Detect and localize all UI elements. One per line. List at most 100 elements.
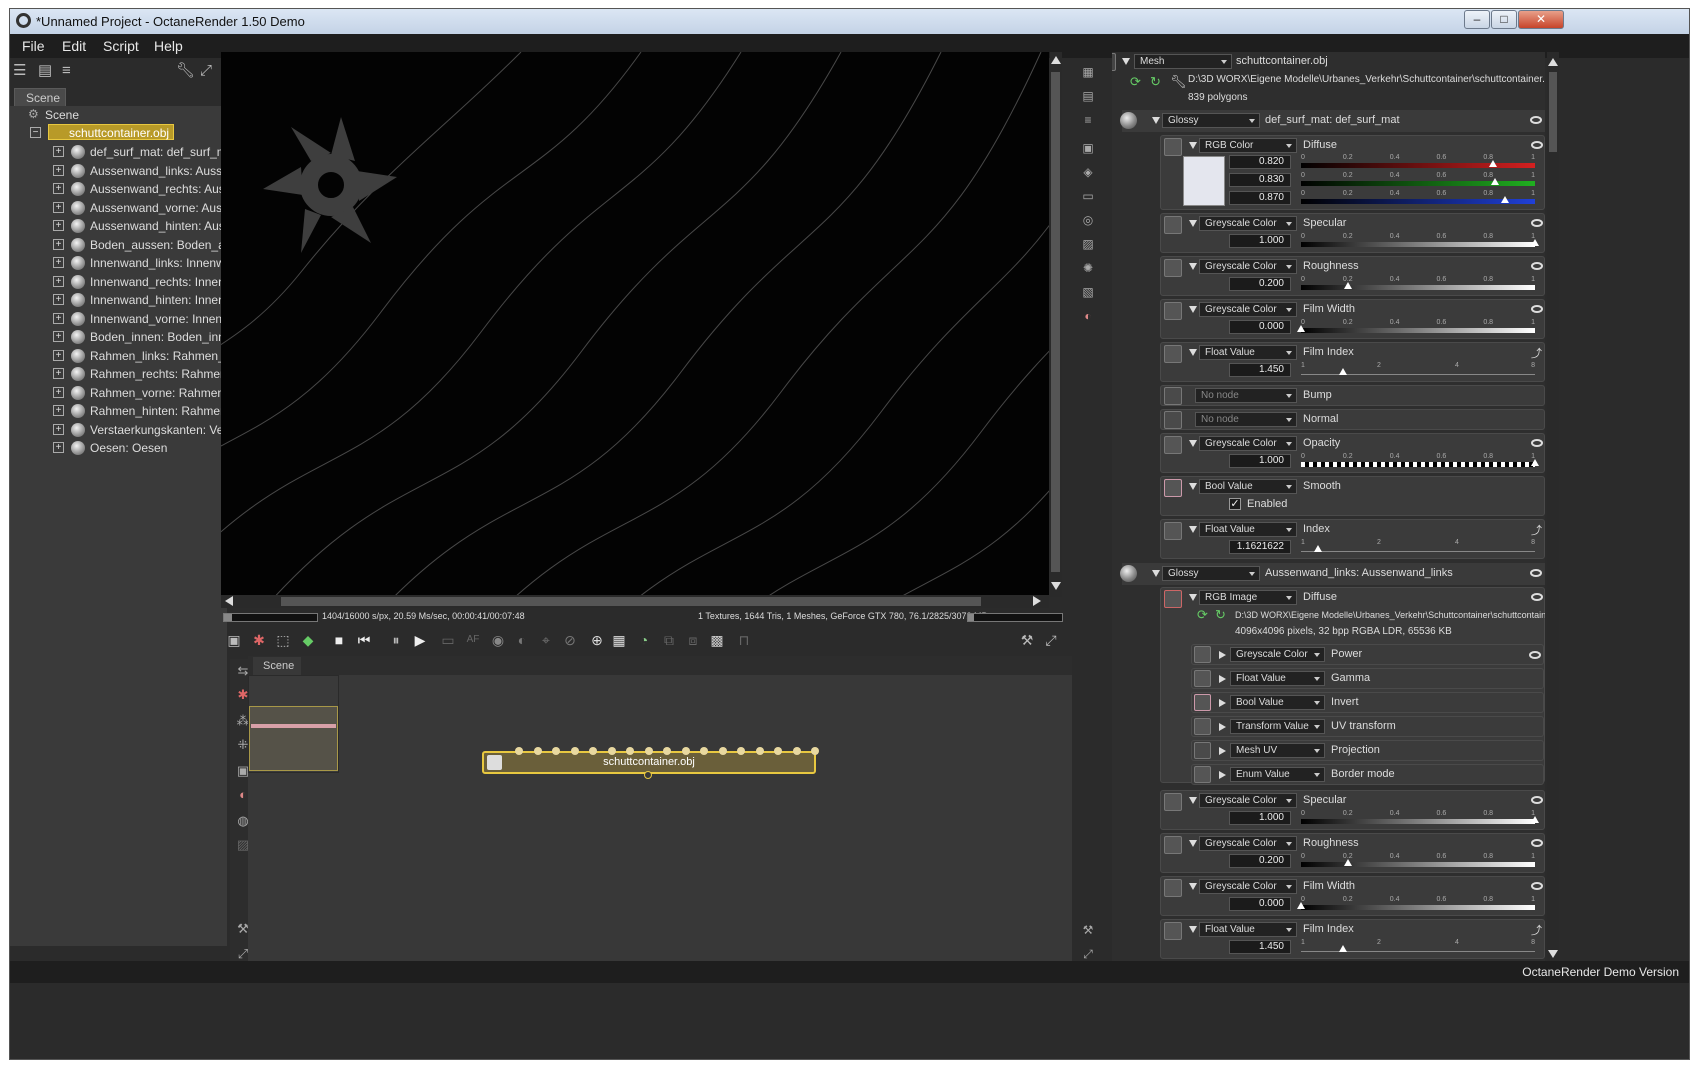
- slider-thumb[interactable]: [1313, 545, 1322, 552]
- film-width-2-type-dropdown[interactable]: Greyscale Color: [1199, 879, 1297, 894]
- film-index-2-slider[interactable]: 1 2 4 8: [1301, 939, 1535, 954]
- material-2-type-dropdown[interactable]: Glossy: [1162, 566, 1260, 581]
- smooth-type-dropdown[interactable]: Bool Value: [1199, 479, 1297, 494]
- index-type-dropdown[interactable]: Float Value: [1199, 522, 1297, 537]
- inspector-icon-11[interactable]: ◐: [1078, 309, 1098, 329]
- close-button[interactable]: ✕: [1518, 10, 1564, 29]
- slider-thumb[interactable]: [1531, 816, 1539, 823]
- roughness-2-slider[interactable]: 0 0.2 0.4 0.6 0.8 1: [1301, 853, 1535, 868]
- outliner-tool-3-icon[interactable]: ≡: [62, 62, 71, 80]
- inspector-icon-7[interactable]: ◎: [1078, 213, 1098, 233]
- expand-icon[interactable]: [1219, 771, 1226, 779]
- specular-slider[interactable]: 0 0.2 0.4 0.6 0.8 1: [1301, 233, 1539, 248]
- specular-field[interactable]: 1.000: [1229, 234, 1291, 248]
- material-picker-icon[interactable]: ◐: [511, 629, 533, 651]
- expand-icon[interactable]: [1219, 723, 1226, 731]
- inspector-scroll-down-icon[interactable]: [1548, 950, 1558, 958]
- maximize-button[interactable]: □: [1491, 10, 1517, 29]
- eye-icon[interactable]: [1531, 439, 1543, 447]
- power-subgroup[interactable]: Greyscale Color Power: [1191, 644, 1544, 665]
- tree-item[interactable]: + def_surf_mat: def_surf_mat: [10, 143, 227, 161]
- collapse-icon[interactable]: [1189, 349, 1197, 356]
- tree-object[interactable]: − schuttcontainer.obj: [10, 124, 227, 142]
- tree-root[interactable]: ⚙ Scene: [10, 106, 227, 124]
- sun-icon[interactable]: ✺: [1078, 261, 1098, 281]
- collapse-icon[interactable]: [1189, 306, 1197, 313]
- film-width-field[interactable]: 0.000: [1229, 320, 1291, 334]
- menu-script[interactable]: Script: [103, 38, 139, 54]
- expand-icon[interactable]: +: [53, 442, 64, 453]
- eye-icon[interactable]: [1531, 219, 1543, 227]
- film-width-2-slider[interactable]: 0 0.2 0.4 0.6 0.8 1: [1297, 896, 1535, 911]
- node-input-pin[interactable]: [570, 747, 579, 755]
- collapse-icon[interactable]: [1189, 797, 1197, 804]
- specular-2-field[interactable]: 1.000: [1229, 811, 1291, 825]
- node-input-pin[interactable]: [755, 747, 764, 755]
- node-input-pin[interactable]: [589, 747, 597, 755]
- eye-icon[interactable]: [1530, 116, 1542, 124]
- tree-item[interactable]: + Innenwand_rechts: Innenwa: [10, 273, 227, 291]
- eye-icon[interactable]: [1531, 593, 1543, 601]
- tree-item[interactable]: +Rahmen_hinten: Rahmen_hir: [10, 402, 227, 420]
- expand-icon[interactable]: +: [53, 165, 64, 176]
- wrench-icon[interactable]: 🔧︎: [176, 62, 195, 80]
- expand-icon[interactable]: +: [53, 368, 64, 379]
- node-input-pin[interactable]: [663, 747, 671, 755]
- display-icon[interactable]: ▭: [437, 629, 459, 651]
- mesh-wrench-icon[interactable]: 🔧︎: [1170, 74, 1187, 96]
- projection-type-dropdown[interactable]: Mesh UV: [1230, 743, 1325, 758]
- film-width-2-field[interactable]: 0.000: [1229, 897, 1291, 911]
- expand-icon[interactable]: +: [53, 350, 64, 361]
- slider-thumb[interactable]: [1531, 459, 1539, 466]
- expand-icon[interactable]: +: [53, 294, 64, 305]
- diffuse-b-slider[interactable]: 0 0.2 0.4 0.6 0.8 1: [1301, 190, 1535, 205]
- diffuse-b-field[interactable]: 0.870: [1229, 191, 1291, 205]
- viewport-wrench-icon[interactable]: ⚒: [1016, 629, 1038, 651]
- opacity-type-dropdown[interactable]: Greyscale Color: [1199, 436, 1297, 451]
- tree-item[interactable]: +Rahmen_vorne: Rahmen_vor: [10, 384, 227, 402]
- region-icon[interactable]: ⬚: [272, 629, 294, 651]
- collapse-mesh-icon[interactable]: [1122, 58, 1130, 65]
- bump-type-dropdown[interactable]: No node: [1195, 388, 1297, 403]
- smooth-checkbox[interactable]: ✓: [1229, 498, 1241, 510]
- film-index-field[interactable]: 1.450: [1229, 363, 1291, 377]
- collapse-icon[interactable]: [1189, 142, 1197, 149]
- viewport-vscrollbar[interactable]: [1050, 52, 1062, 597]
- expand-icon[interactable]: +: [53, 405, 64, 416]
- inspector-icon-2[interactable]: ▤: [1078, 89, 1098, 109]
- node-input-pin[interactable]: [607, 747, 616, 755]
- collapse-icon[interactable]: [1189, 526, 1197, 533]
- stop-icon[interactable]: ■: [328, 629, 350, 651]
- node-output-pin[interactable]: [644, 771, 652, 779]
- collapse-icon[interactable]: [1189, 840, 1197, 847]
- tab-scene-graph[interactable]: Scene: [253, 657, 301, 675]
- node-input-pin[interactable]: [774, 747, 782, 755]
- outliner-tool-2-icon[interactable]: ▤: [38, 62, 52, 80]
- collapse-material-2-icon[interactable]: [1152, 570, 1160, 577]
- slider-thumb[interactable]: [1491, 178, 1500, 185]
- node-input-pin[interactable]: [792, 747, 801, 755]
- collapse-icon[interactable]: [1189, 440, 1197, 447]
- node-input-pin[interactable]: [644, 747, 653, 755]
- lock-icon[interactable]: ⊓: [733, 629, 755, 651]
- minimize-button[interactable]: –: [1464, 10, 1490, 29]
- viewport-hscrollbar[interactable]: [221, 595, 1049, 608]
- image-refresh-icon[interactable]: ⟳: [1197, 607, 1208, 629]
- collapse-icon[interactable]: −: [30, 127, 41, 138]
- expand-icon[interactable]: +: [53, 331, 64, 342]
- slider-thumb[interactable]: [1338, 368, 1347, 375]
- diffuse-g-slider[interactable]: 0 0.2 0.4 0.6 0.8 1: [1301, 172, 1535, 187]
- specular-2-slider[interactable]: 0 0.2 0.4 0.6 0.8 1: [1301, 810, 1539, 825]
- node-editor[interactable]: schuttcontainer.obj: [248, 675, 1072, 968]
- node-input-pin[interactable]: [718, 747, 727, 755]
- tree-item[interactable]: +Innenwand_links: Innenwand: [10, 254, 227, 272]
- menu-file[interactable]: File: [22, 38, 45, 54]
- inspector-icon-10[interactable]: ▧: [1078, 285, 1098, 305]
- tree-item[interactable]: +Aussenwand_hinten: Aussenw: [10, 217, 227, 235]
- expand-icon[interactable]: +: [53, 202, 64, 213]
- slider-thumb[interactable]: [1338, 945, 1347, 952]
- vscroll-thumb[interactable]: [1051, 72, 1060, 572]
- roughness-2-field[interactable]: 0.200: [1229, 854, 1291, 868]
- eye-icon[interactable]: [1531, 839, 1543, 847]
- slider-thumb[interactable]: [1297, 325, 1305, 332]
